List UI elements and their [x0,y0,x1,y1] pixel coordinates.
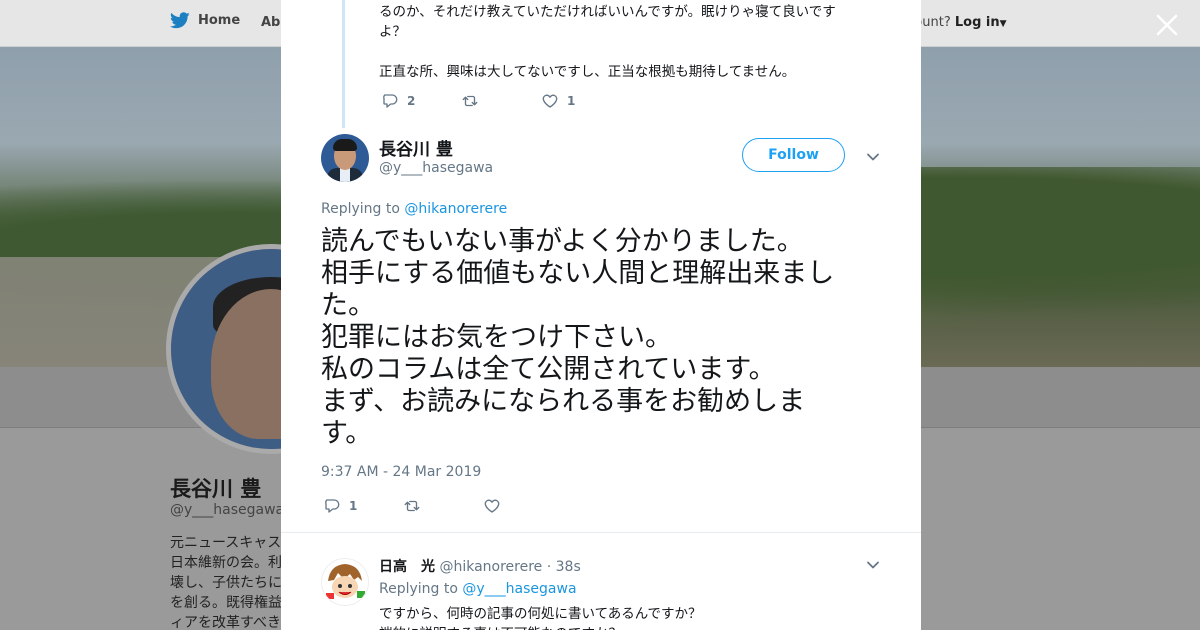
chevron-down-icon[interactable] [866,150,880,164]
chevron-down-icon[interactable] [866,558,880,572]
tweet-actions: 1 [323,497,509,515]
like-icon [542,94,558,108]
author-handle[interactable]: @y___hasegawa [379,160,493,176]
conversation-thread-line [342,0,345,128]
reply-author-handle[interactable]: @hikanorerere [439,559,542,575]
previous-tweet-text: るのか、それだけ教えていただければいいんですが。眠けりゃ寝て良いです よ？ 正直… [379,4,836,80]
reply-replying-prefix: Replying to [379,581,458,597]
reply-age[interactable]: · 38s [547,559,581,575]
tweet-reply-action[interactable]: 1 [323,497,403,515]
tweet-timestamp[interactable]: 9:37 AM - 24 Mar 2019 [321,464,481,480]
login-link[interactable]: Log in [955,15,1000,30]
retweet-action[interactable] [461,92,541,110]
reply-author-name[interactable]: 日高 光 [379,559,435,575]
reply-author-avatar[interactable] [321,558,369,606]
retweet-icon [404,500,420,512]
reply-author[interactable]: 日高 光 @hikanorerere · 38s [379,556,581,576]
tweet-retweet-action[interactable] [403,497,483,515]
author-avatar[interactable] [321,134,369,182]
reply-text: ですから、何時の記事の何処に書いてあるんですか？ 端的に説明する事は不可能なので… [379,606,702,630]
nav-home-label: Home [198,13,241,28]
reply-icon [325,499,340,513]
reply-count: 2 [407,94,416,108]
reply-replying-to-link[interactable]: @y___hasegawa [462,581,576,597]
tweet-reply-count: 1 [349,499,358,513]
reply-icon [383,94,398,108]
profile-handle: @y___hasegawa [170,502,285,518]
reply-replying-to: Replying to @y___hasegawa [379,581,577,597]
replying-prefix: Replying to [321,201,400,217]
like-icon [484,499,500,513]
twitter-bird-icon [170,12,190,29]
previous-tweet-actions: 2 1 [381,92,575,110]
retweet-icon [462,95,478,107]
divider [281,532,921,533]
tweet-text: 読んでもいない事がよく分かりました。 相手にする価値もない人間と理解出来まし た… [321,226,835,449]
reply-action[interactable]: 2 [381,92,461,110]
cartoon-avatar-icon [322,559,368,605]
profile-name: 長谷川 豊 [170,477,262,501]
author-name[interactable]: 長谷川 豊 [379,135,453,160]
follow-button[interactable]: Follow [742,138,845,172]
like-count: 1 [567,94,576,108]
profile-bio: 元ニュースキャス 日本維新の会。利 壊し、子供たちに を創る。既得権益 ィアを改… [170,535,282,630]
replying-to-link[interactable]: @hikanorerere [404,201,507,217]
tweet-like-action[interactable] [483,497,509,515]
nav-home-link[interactable]: Home [170,12,240,29]
like-action[interactable]: 1 [541,92,575,110]
tweet-permalink-modal: るのか、それだけ教えていただければいいんですが。眠けりゃ寝て良いです よ？ 正直… [281,0,921,630]
close-icon[interactable] [1155,13,1179,37]
caret-down-icon: ▼ [999,19,1007,29]
replying-to: Replying to @hikanorerere [321,201,507,217]
